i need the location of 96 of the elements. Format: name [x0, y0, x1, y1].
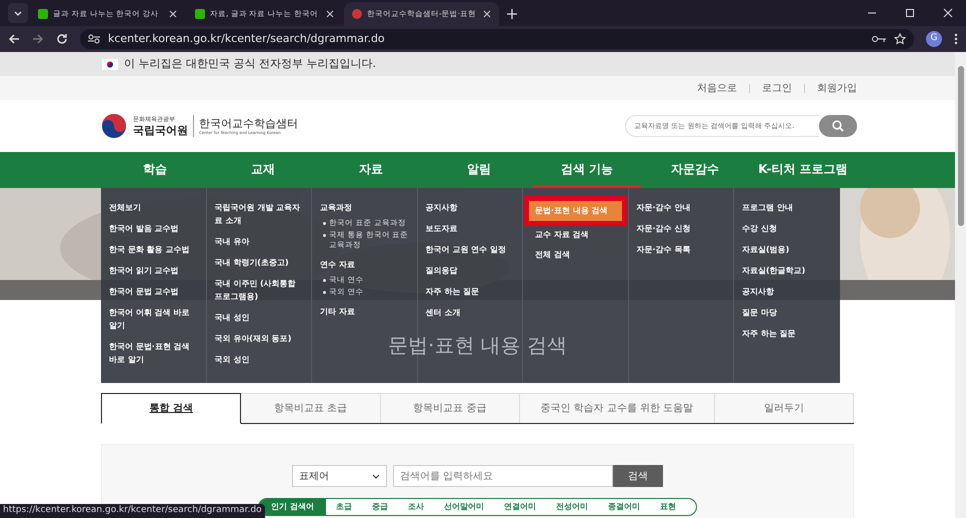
keyword-link[interactable]: 표현: [650, 501, 686, 513]
menu-item[interactable]: 프로그램 안내: [742, 201, 832, 214]
menu-item[interactable]: 한국 문화 활용 교수법: [109, 243, 198, 256]
bullet-icon: [323, 291, 326, 294]
menu-item[interactable]: 국립국어원 개발 교육자료 소개: [214, 201, 303, 227]
menu-item[interactable]: 자료실(한글학교): [742, 264, 832, 277]
menu-item[interactable]: 국내 유아: [214, 235, 303, 248]
site-settings-icon[interactable]: [88, 34, 100, 44]
chevron-down-icon: [14, 10, 22, 16]
page-title: 문법·표현 내용 검색: [388, 332, 568, 359]
menu-item[interactable]: 한국어 교원 연수 일정: [426, 243, 514, 256]
menu-item[interactable]: 국외 성인: [214, 353, 303, 366]
content-tab[interactable]: 중국인 학습자 교수를 위한 도움말: [520, 393, 715, 423]
menu-item[interactable]: 한국어 어휘 검색 바로 알기: [109, 306, 198, 332]
reload-icon[interactable]: [56, 33, 68, 45]
bullet-icon: [323, 222, 326, 225]
keyword-link[interactable]: 종결어미: [598, 501, 650, 513]
profile-avatar[interactable]: G: [926, 31, 942, 47]
address-bar[interactable]: kcenter.korean.go.kr/kcenter/search/dgrammar.do: [80, 29, 914, 49]
search-type-select[interactable]: 표제어: [292, 465, 387, 487]
menu-icon[interactable]: [954, 33, 958, 45]
menu-item[interactable]: 자문·감수 목록: [636, 243, 725, 256]
menu-item[interactable]: 공지사항: [742, 285, 832, 298]
menu-item[interactable]: 기타 자료: [320, 305, 408, 318]
site-name: 한국어교수학습샘터: [199, 118, 298, 128]
keyword-link[interactable]: 조사: [398, 501, 434, 513]
search-button[interactable]: [819, 115, 857, 137]
tab-list-button[interactable]: [8, 3, 28, 23]
top-link[interactable]: 처음으로: [697, 80, 737, 96]
new-tab-icon[interactable]: [507, 9, 517, 19]
content-tab[interactable]: 항목비교표 중급: [380, 393, 520, 423]
url-text: kcenter.korean.go.kr/kcenter/search/dgrammar.do: [108, 30, 385, 47]
close-icon[interactable]: [943, 8, 953, 18]
close-icon[interactable]: [483, 10, 491, 18]
favicon: [352, 9, 362, 19]
menu-item[interactable]: 한국어 읽기 교수법: [109, 264, 198, 277]
content-tab[interactable]: 일러두기: [714, 393, 854, 423]
nav-item[interactable]: 학습: [101, 152, 209, 188]
keyword-link[interactable]: 전성어미: [546, 501, 598, 513]
menu-item[interactable]: 국내 이주민 (사회통합프로그램용): [214, 277, 303, 303]
favicon: [195, 9, 205, 19]
keyword-link[interactable]: 선어말어미: [434, 501, 494, 513]
menu-item[interactable]: 수강 신청: [742, 222, 832, 235]
menu-item[interactable]: 자료실(범용): [742, 243, 832, 256]
menu-item[interactable]: 한국어 발음 교수법: [109, 222, 198, 235]
bullet-icon: [323, 234, 326, 237]
menu-item[interactable]: 국내 성인: [214, 311, 303, 324]
gov-notice: 이 누리집은 대한민국 공식 전자정부 누리집입니다.: [124, 56, 376, 72]
menu-item[interactable]: 보도자료: [426, 222, 514, 235]
nav-item[interactable]: 자문감수: [641, 152, 749, 188]
menu-item[interactable]: 자문·감수 안내: [636, 201, 725, 214]
restore-icon[interactable]: [905, 8, 915, 18]
menu-item[interactable]: 한국어 문법 교수법: [109, 285, 198, 298]
logo-icon: [101, 113, 127, 139]
keyword-link[interactable]: 연결어미: [494, 501, 546, 513]
key-icon[interactable]: [872, 35, 886, 43]
nav-item[interactable]: 알림: [425, 152, 533, 188]
status-url: https://kcenter.korean.go.kr/kcenter/search/dgrammar.do: [0, 504, 265, 518]
forward-icon[interactable]: [32, 33, 44, 45]
close-icon[interactable]: [169, 10, 177, 18]
menu-item[interactable]: 전체 검색: [531, 249, 620, 261]
menu-item[interactable]: 자주 하는 질문: [742, 327, 832, 340]
menu-item[interactable]: 국외 유아(재외 동포): [214, 332, 303, 345]
menu-item[interactable]: 국내 학령기(초중고): [214, 256, 303, 269]
top-link[interactable]: 회원가입: [817, 80, 857, 96]
menu-item[interactable]: 교수 자료 검색: [531, 229, 620, 241]
chevron-down-icon: [372, 474, 380, 478]
favicon: [38, 9, 48, 19]
nav-item[interactable]: 자료: [317, 152, 425, 188]
scrollbar[interactable]: [955, 52, 966, 518]
content-tab[interactable]: 통합 검색: [101, 393, 242, 424]
keyword-link[interactable]: 초급: [326, 501, 362, 513]
top-link[interactable]: 로그인: [762, 80, 792, 96]
nav-item[interactable]: 교재: [209, 152, 317, 188]
institute-name: 국립국어원: [133, 124, 188, 136]
search-input[interactable]: 검색어를 입력하세요: [393, 465, 613, 487]
menu-item[interactable]: 전체보기: [109, 201, 198, 214]
menu-item[interactable]: 질문 마당: [742, 306, 832, 319]
keyword-link[interactable]: 중급: [362, 501, 398, 513]
menu-item[interactable]: 자문·감수 신청: [636, 222, 725, 235]
search-icon: [832, 120, 844, 132]
menu-item[interactable]: 연수 자료: [320, 258, 408, 271]
search-button[interactable]: 검색: [613, 465, 663, 487]
bullet-icon: [323, 279, 326, 282]
content-tab[interactable]: 항목비교표 초급: [241, 393, 381, 423]
menu-item[interactable]: 자주 하는 질문: [426, 285, 514, 298]
menu-item[interactable]: 질의응답: [426, 264, 514, 277]
star-icon[interactable]: [894, 33, 906, 45]
close-icon[interactable]: [326, 10, 334, 18]
menu-item[interactable]: 센터 소개: [426, 306, 514, 319]
back-icon[interactable]: [8, 33, 20, 45]
menu-item[interactable]: 교육과정: [320, 201, 408, 214]
flag-icon: [102, 58, 118, 70]
nav-item[interactable]: K-티처 프로그램: [749, 152, 857, 188]
menu-item[interactable]: 공지사항: [426, 201, 514, 214]
menu-item[interactable]: 한국어 문법·표현 검색 바로 알기: [109, 340, 198, 366]
